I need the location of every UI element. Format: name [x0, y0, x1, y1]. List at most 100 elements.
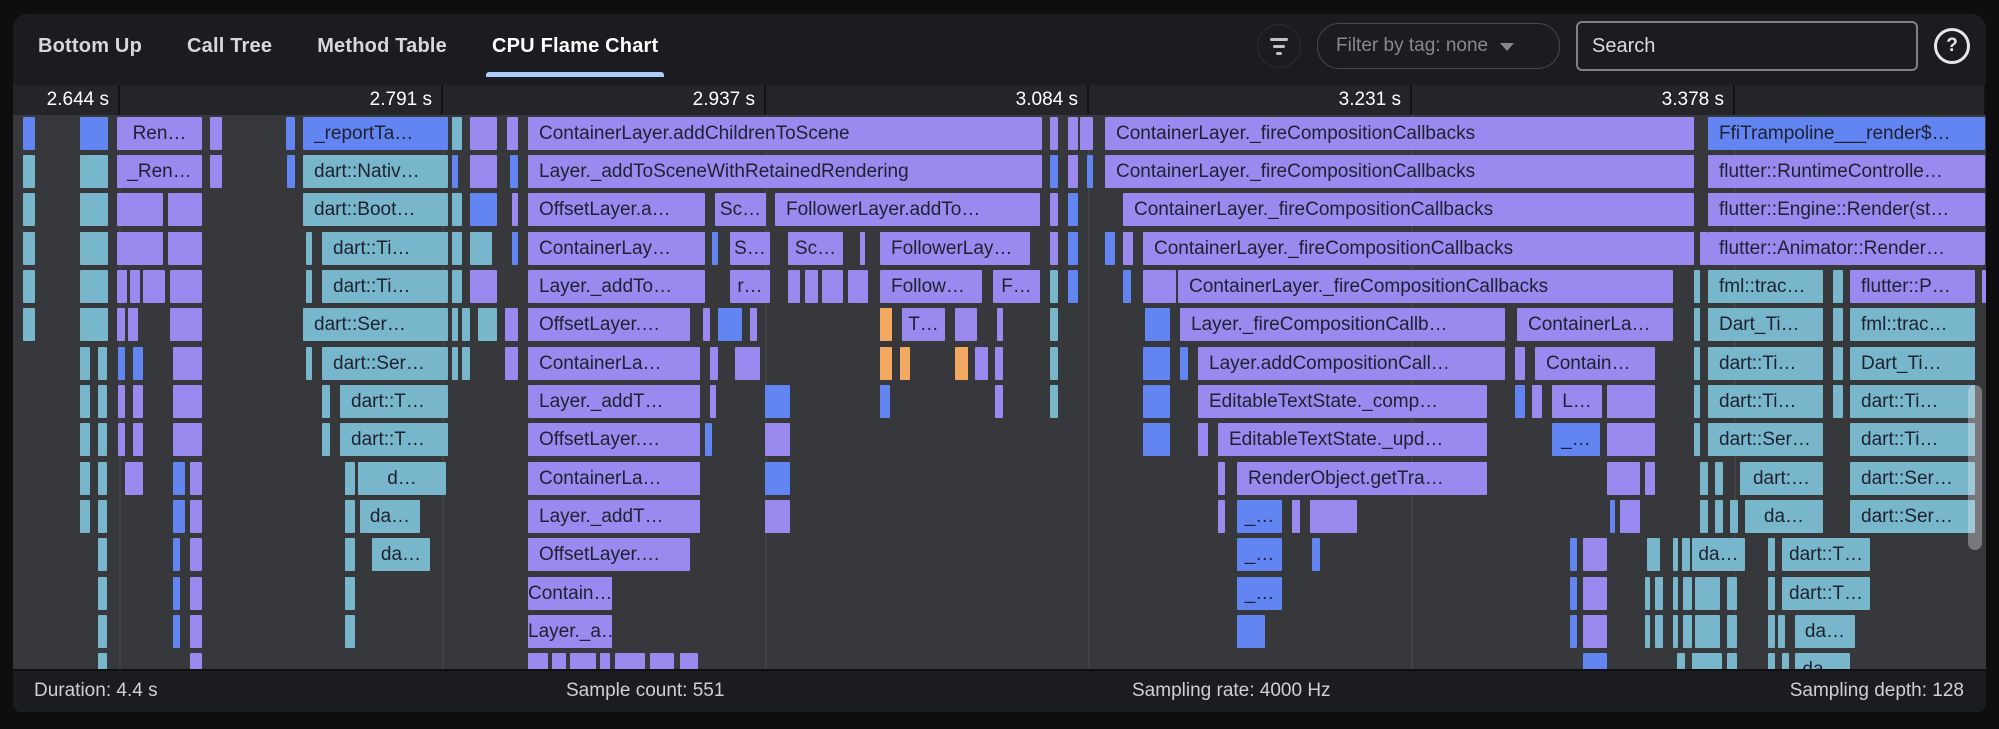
flame-bar[interactable]	[190, 615, 202, 648]
flame-bar[interactable]	[133, 385, 143, 418]
flame-bar[interactable]	[505, 347, 518, 380]
flame-bar[interactable]: dart::Ser…	[1850, 462, 1975, 495]
flame-bar[interactable]: ContainerLa…	[528, 347, 700, 380]
flame-bar[interactable]: fml::trac…	[1850, 308, 1975, 341]
flame-bar[interactable]: Layer._a…	[528, 615, 612, 648]
flame-bar[interactable]	[1833, 347, 1843, 380]
flame-bar[interactable]: da…	[1692, 538, 1745, 571]
flame-bar[interactable]	[345, 500, 355, 533]
flame-bar[interactable]	[117, 270, 127, 303]
flame-bar[interactable]	[1050, 385, 1058, 418]
flame-bar[interactable]: ContainerLay…	[528, 232, 705, 265]
flame-bar[interactable]	[705, 423, 712, 456]
flame-bar[interactable]: dart::Ti…	[1708, 347, 1823, 380]
flame-bar[interactable]	[1087, 155, 1093, 188]
flame-bar[interactable]	[1607, 385, 1655, 418]
flame-bar[interactable]: OffsetLayer.a…	[528, 193, 705, 226]
flame-bar[interactable]	[452, 193, 462, 226]
flame-bar[interactable]	[1768, 577, 1775, 610]
flame-bar[interactable]	[98, 347, 107, 380]
flame-bar[interactable]: dart::T…	[340, 385, 448, 418]
flame-bar[interactable]	[345, 538, 355, 571]
flame-bar[interactable]: da…	[1745, 500, 1823, 533]
flame-bar[interactable]	[80, 270, 108, 303]
flame-bar[interactable]	[1515, 385, 1525, 418]
tab-call-tree[interactable]: Call Tree	[187, 14, 272, 78]
flame-bar[interactable]: fml::trac…	[1708, 270, 1823, 303]
flame-bar[interactable]	[1607, 462, 1640, 495]
flame-bar[interactable]: da…	[360, 500, 420, 533]
flame-bar[interactable]: dart::Ti…	[1708, 385, 1823, 418]
flame-bar[interactable]	[470, 155, 497, 188]
flame-chart[interactable]: Ren…_reportTa…ContainerLayer.addChildren…	[13, 115, 1986, 671]
flame-bar[interactable]	[168, 193, 202, 226]
flame-bar[interactable]	[133, 423, 143, 456]
flame-bar[interactable]	[1620, 500, 1640, 533]
flame-bar[interactable]	[1050, 347, 1058, 380]
flame-bar[interactable]: Layer.addCompositionCall…	[1198, 347, 1505, 380]
flame-bar[interactable]	[173, 615, 180, 648]
flame-bar[interactable]	[23, 308, 35, 341]
flame-bar[interactable]	[1682, 538, 1690, 571]
flame-bar[interactable]	[452, 117, 462, 150]
flame-bar[interactable]	[80, 155, 108, 188]
flame-bar[interactable]	[1570, 615, 1577, 648]
flame-bar[interactable]	[1982, 270, 1986, 303]
flame-bar[interactable]	[117, 232, 163, 265]
flame-bar[interactable]: Contain…	[528, 577, 612, 610]
flame-bar[interactable]: flutter::Engine::Render(st…	[1708, 193, 1985, 226]
flame-bar[interactable]	[712, 232, 718, 265]
flame-bar[interactable]	[1143, 347, 1170, 380]
flame-bar[interactable]	[1700, 232, 1708, 265]
flame-bar[interactable]	[1570, 577, 1577, 610]
flame-bar[interactable]	[1673, 577, 1678, 610]
flame-bar[interactable]	[788, 270, 800, 303]
flame-bar[interactable]: Dart_Ti…	[1850, 347, 1975, 380]
flame-bar[interactable]	[997, 308, 1003, 341]
flame-bar[interactable]	[80, 117, 108, 150]
flame-bar[interactable]	[322, 423, 330, 456]
flame-bar[interactable]	[880, 308, 892, 341]
flame-bar[interactable]	[190, 462, 202, 495]
flame-bar[interactable]: d…	[358, 462, 446, 495]
flame-bar[interactable]: OffsetLayer.…	[528, 538, 690, 571]
flame-bar[interactable]: Sc…	[715, 193, 766, 226]
flame-bar[interactable]: dart::Ser…	[1850, 500, 1975, 533]
flame-bar[interactable]: dart::T…	[1782, 577, 1870, 610]
flame-bar[interactable]	[512, 193, 518, 226]
flame-bar[interactable]	[1143, 423, 1170, 456]
flame-bar[interactable]: r…	[730, 270, 770, 303]
flame-bar[interactable]: _…	[1552, 423, 1600, 456]
flame-bar[interactable]	[1727, 577, 1737, 610]
flame-bar[interactable]	[718, 308, 742, 341]
flame-bar[interactable]	[1694, 270, 1700, 303]
flame-bar[interactable]	[1218, 500, 1225, 533]
flame-bar[interactable]	[452, 347, 458, 380]
flame-bar[interactable]	[1655, 615, 1663, 648]
flame-bar[interactable]: ContainerLayer._fireCompositionCallbacks	[1105, 117, 1694, 150]
flame-bar[interactable]: dart::Nativ…	[303, 155, 448, 188]
flame-bar[interactable]: flutter::Animator::Render…	[1708, 232, 1985, 265]
flame-bar[interactable]	[1123, 270, 1131, 303]
flame-bar[interactable]	[750, 308, 757, 341]
flame-bar[interactable]	[287, 155, 295, 188]
flame-bar[interactable]: dart::Ser…	[1708, 423, 1823, 456]
flame-bar[interactable]	[735, 347, 760, 380]
flame-bar[interactable]	[1310, 500, 1357, 533]
flame-bar[interactable]	[130, 270, 140, 303]
flame-bar[interactable]	[1583, 538, 1607, 571]
flame-bar[interactable]	[1180, 347, 1188, 380]
flame-bar[interactable]	[1570, 538, 1577, 571]
flame-bar[interactable]	[170, 308, 202, 341]
flame-bar[interactable]	[173, 538, 180, 571]
flame-bar[interactable]	[23, 155, 35, 188]
flame-bar[interactable]	[98, 462, 107, 495]
flame-bar[interactable]	[1105, 232, 1115, 265]
flame-bar[interactable]: dart:…	[1740, 462, 1823, 495]
flame-bar[interactable]	[1695, 577, 1720, 610]
flame-bar[interactable]	[190, 538, 202, 571]
flame-bar[interactable]	[822, 270, 843, 303]
flame-bar[interactable]: ContainerLayer._fireCompositionCallbacks	[1123, 193, 1694, 226]
flame-bar[interactable]: Contain…	[1535, 347, 1655, 380]
flame-bar[interactable]	[1237, 615, 1265, 648]
